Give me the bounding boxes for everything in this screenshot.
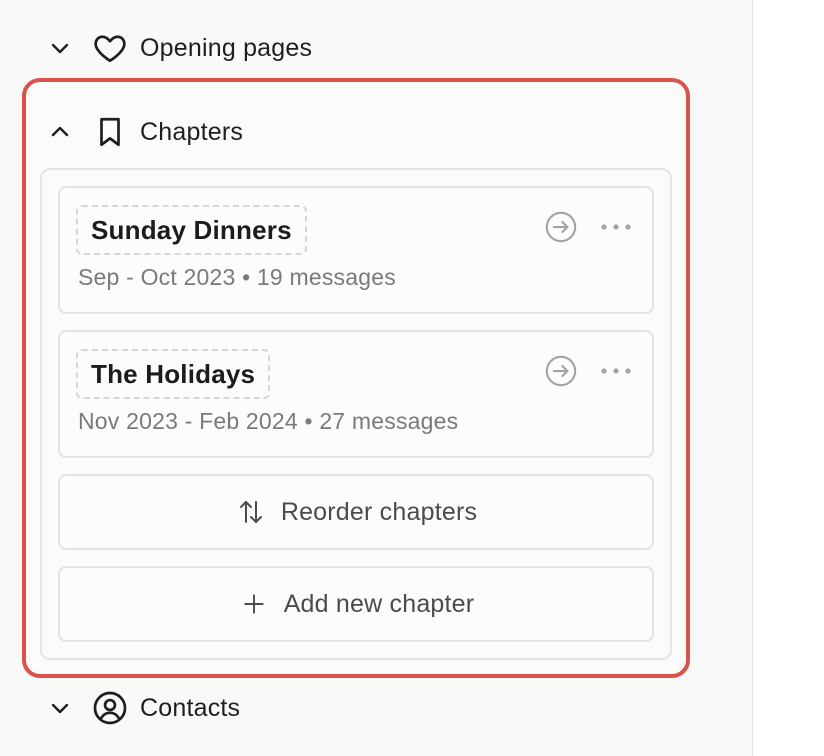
chapter-meta: Sep - Oct 2023 • 19 messages — [78, 264, 396, 290]
chapter-card[interactable]: The Holidays Nov 2023 - Feb 2024 • 27 me… — [58, 330, 654, 458]
arrows-up-down-icon — [235, 496, 267, 528]
chapter-card[interactable]: Sunday Dinners Sep - Oct 2023 • 19 messa… — [58, 186, 654, 314]
section-label: Opening pages — [140, 33, 313, 62]
section-chapters[interactable]: Chapters — [46, 112, 243, 152]
chevron-down-icon[interactable] — [46, 694, 74, 722]
chapter-title-field[interactable]: Sunday Dinners — [76, 205, 307, 255]
more-horizontal-icon[interactable] — [596, 352, 636, 390]
chevron-down-icon[interactable] — [46, 34, 74, 62]
section-label: Contacts — [140, 693, 241, 722]
more-horizontal-icon[interactable] — [596, 208, 636, 246]
sidebar-panel: Opening pages Chapters Sunday Dinners Se… — [0, 0, 752, 756]
arrow-right-circle-icon[interactable] — [542, 208, 580, 246]
user-circle-icon — [90, 688, 130, 728]
section-opening-pages[interactable]: Opening pages — [46, 28, 312, 68]
chapter-title-field[interactable]: The Holidays — [76, 349, 271, 399]
bookmark-icon — [90, 112, 130, 152]
heart-icon — [90, 28, 130, 68]
chevron-up-icon[interactable] — [46, 118, 74, 146]
reorder-chapters-label: Reorder chapters — [280, 497, 478, 526]
reorder-chapters-button[interactable]: Reorder chapters — [58, 474, 654, 550]
chapter-meta: Nov 2023 - Feb 2024 • 27 messages — [78, 408, 459, 434]
main-content-pane — [752, 0, 824, 756]
add-chapter-button[interactable]: Add new chapter — [58, 566, 654, 642]
add-chapter-label: Add new chapter — [283, 589, 475, 618]
section-contacts[interactable]: Contacts — [46, 688, 240, 728]
arrow-right-circle-icon[interactable] — [542, 352, 580, 390]
plus-icon — [238, 588, 270, 620]
section-label: Chapters — [140, 117, 244, 146]
